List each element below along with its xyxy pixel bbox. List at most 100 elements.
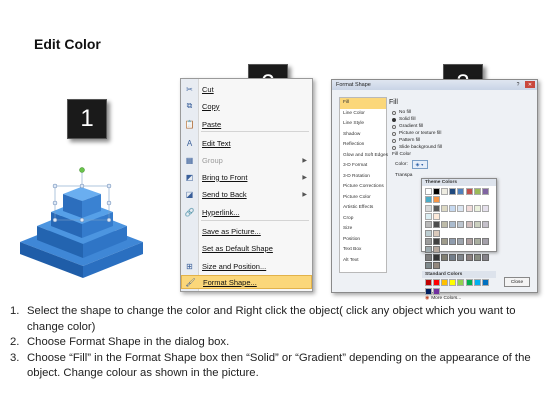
color-swatch[interactable] [432, 279, 440, 287]
category-item[interactable]: Reflection [340, 140, 386, 151]
color-swatch[interactable] [457, 221, 465, 229]
color-swatch[interactable] [481, 204, 489, 212]
category-item[interactable]: Text Box [340, 245, 386, 256]
color-swatch[interactable] [481, 237, 489, 245]
category-item[interactable]: Crop [340, 214, 386, 225]
color-swatch[interactable] [432, 229, 440, 237]
color-swatch[interactable] [465, 221, 473, 229]
color-swatch[interactable] [473, 254, 481, 262]
color-swatch[interactable] [449, 221, 457, 229]
fill-option-radio[interactable]: Gradient fill [392, 123, 530, 130]
pyramid-shape[interactable] [15, 160, 155, 280]
color-swatch[interactable] [424, 187, 432, 195]
color-swatch[interactable] [465, 254, 473, 262]
color-swatch[interactable] [424, 287, 432, 295]
menu-item-set-as-default-shape[interactable]: Set as Default Shape [181, 241, 312, 255]
category-item[interactable]: Alt Text [340, 256, 386, 267]
menu-item-copy[interactable]: ⧉ Copy [181, 99, 312, 113]
menu-item-paste[interactable]: 📋 Paste [181, 117, 312, 131]
menu-item-bring-to-front[interactable]: ◩ Bring to Front ▶ [181, 170, 312, 184]
color-swatch[interactable] [449, 279, 457, 287]
color-swatch[interactable] [424, 245, 432, 253]
color-swatch[interactable] [432, 254, 440, 262]
color-swatch[interactable] [440, 254, 448, 262]
color-swatch[interactable] [424, 221, 432, 229]
fill-option-radio[interactable]: Picture or texture fill [392, 130, 530, 137]
fill-option-radio[interactable]: No fill [392, 109, 530, 116]
category-item[interactable]: Size [340, 224, 386, 235]
color-swatch[interactable] [424, 229, 432, 237]
menu-item-size-and-position[interactable]: ⊞ Size and Position... [181, 259, 312, 273]
color-swatch[interactable] [440, 204, 448, 212]
category-item[interactable]: Picture Corrections [340, 182, 386, 193]
color-swatch[interactable] [449, 187, 457, 195]
color-swatch[interactable] [440, 279, 448, 287]
color-swatch[interactable] [424, 204, 432, 212]
color-swatch[interactable] [481, 254, 489, 262]
color-swatch[interactable] [457, 204, 465, 212]
color-swatch[interactable] [432, 195, 440, 203]
color-swatch[interactable] [481, 221, 489, 229]
color-swatch[interactable] [432, 237, 440, 245]
color-swatch[interactable] [457, 279, 465, 287]
close-icon[interactable]: ✕ [525, 81, 535, 88]
menu-item-group[interactable]: ▦ Group ▶ [181, 153, 312, 167]
menu-item-send-to-back[interactable]: ◪ Send to Back ▶ [181, 187, 312, 201]
category-item[interactable]: Line Color [340, 109, 386, 120]
color-swatch[interactable] [465, 204, 473, 212]
menu-item-edit-text[interactable]: A Edit Text [181, 136, 312, 150]
color-swatch[interactable] [432, 262, 440, 270]
category-item[interactable]: Shadow [340, 130, 386, 141]
category-item[interactable]: Picture Color [340, 193, 386, 204]
menu-item-format-shape[interactable]: 🖌 Format Shape... [181, 275, 312, 289]
more-colors-item[interactable]: ◉ More Colors... [422, 295, 496, 302]
category-item[interactable]: Artistic Effects [340, 203, 386, 214]
category-item[interactable]: Fill [340, 98, 386, 109]
fill-option-radio[interactable]: Solid fill [392, 116, 530, 123]
fill-option-radio[interactable]: Slide background fill [392, 144, 530, 151]
color-swatch[interactable] [424, 279, 432, 287]
category-item[interactable]: Glow and Soft Edges [340, 151, 388, 162]
color-swatch[interactable] [473, 221, 481, 229]
color-swatch[interactable] [440, 221, 448, 229]
color-swatch[interactable] [432, 187, 440, 195]
color-swatch[interactable] [465, 279, 473, 287]
color-swatch[interactable] [432, 204, 440, 212]
fill-option-radio[interactable]: Pattern fill [392, 137, 530, 144]
color-swatch[interactable] [457, 237, 465, 245]
color-swatch[interactable] [465, 237, 473, 245]
menu-item-cut[interactable]: ✂ Cut [181, 82, 312, 96]
color-swatch[interactable] [473, 237, 481, 245]
color-swatch[interactable] [473, 279, 481, 287]
color-swatch[interactable] [473, 187, 481, 195]
color-swatch[interactable] [424, 237, 432, 245]
category-item[interactable]: 3-D Rotation [340, 172, 386, 183]
color-swatch[interactable] [424, 213, 432, 221]
color-swatch[interactable] [440, 237, 448, 245]
color-swatch[interactable] [481, 187, 489, 195]
category-item[interactable]: Position [340, 235, 386, 246]
help-button[interactable]: ? [513, 81, 523, 88]
color-swatch[interactable] [457, 254, 465, 262]
category-item[interactable]: 3-D Format [340, 161, 386, 172]
category-item[interactable]: Line Style [340, 119, 386, 130]
color-swatch[interactable] [424, 262, 432, 270]
color-swatch[interactable] [432, 213, 440, 221]
menu-item-hyperlink[interactable]: 🔗 Hyperlink... [181, 205, 312, 219]
color-swatch[interactable] [465, 187, 473, 195]
menu-item-save-as-picture[interactable]: Save as Picture... [181, 224, 312, 238]
color-swatch[interactable] [432, 221, 440, 229]
color-swatch[interactable] [424, 195, 432, 203]
color-swatch[interactable] [449, 237, 457, 245]
color-swatch[interactable] [473, 204, 481, 212]
color-swatch[interactable] [449, 204, 457, 212]
close-button[interactable]: Close [504, 277, 530, 287]
color-swatch[interactable] [432, 245, 440, 253]
color-swatch[interactable] [449, 254, 457, 262]
color-swatch[interactable] [440, 187, 448, 195]
color-picker-button[interactable]: ◈ ▼ [411, 160, 428, 169]
color-swatch[interactable] [457, 187, 465, 195]
color-swatch[interactable] [432, 287, 440, 295]
color-swatch[interactable] [481, 279, 489, 287]
color-swatch[interactable] [424, 254, 432, 262]
